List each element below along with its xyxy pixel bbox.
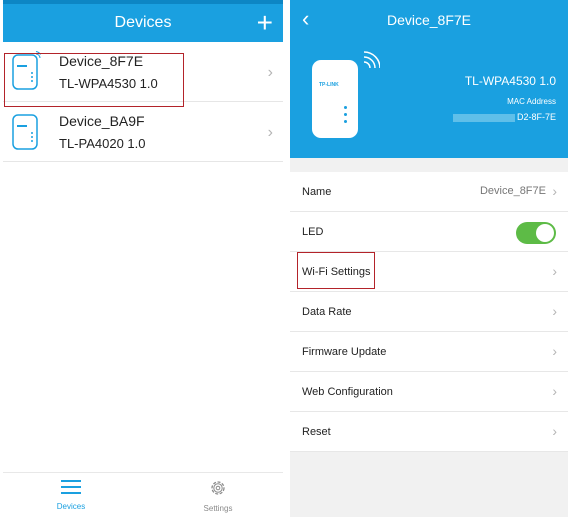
panel-divider bbox=[284, 0, 289, 517]
setting-label: LED bbox=[302, 225, 324, 238]
setting-label: Web Configuration bbox=[302, 385, 393, 398]
plus-icon[interactable]: + bbox=[257, 9, 273, 37]
setting-firmware-update[interactable]: Firmware Update › bbox=[290, 332, 568, 372]
setting-reset[interactable]: Reset › bbox=[290, 412, 568, 452]
led-toggle[interactable] bbox=[516, 222, 556, 244]
tab-devices[interactable]: Devices bbox=[41, 479, 101, 511]
menu-icon bbox=[61, 480, 81, 494]
chevron-right-icon: › bbox=[552, 263, 557, 279]
chevron-right-icon: › bbox=[552, 183, 557, 199]
setting-label: Reset bbox=[302, 425, 331, 438]
device-model: TL-WPA4530 1.0 bbox=[464, 74, 556, 88]
gear-icon bbox=[211, 481, 225, 495]
setting-web-configuration[interactable]: Web Configuration › bbox=[290, 372, 568, 412]
powerline-device-icon bbox=[3, 46, 49, 98]
powerline-device-image: TP-LINK bbox=[312, 60, 358, 138]
chevron-right-icon: › bbox=[552, 303, 557, 319]
device-name: Device_8F7E bbox=[59, 53, 144, 69]
setting-wifi[interactable]: Wi-Fi Settings › bbox=[290, 252, 568, 292]
device-model: TL-PA4020 1.0 bbox=[59, 136, 146, 151]
chevron-right-icon: › bbox=[267, 124, 273, 141]
device-detail-screen: ‹ Device_8F7E TP-LINK TL-WPA4530 1.0 MAC… bbox=[290, 0, 568, 517]
devices-header: Devices + bbox=[3, 4, 283, 42]
bottom-tab-bar: Devices Settings bbox=[3, 472, 283, 517]
setting-value: Device_8F7E bbox=[479, 185, 546, 197]
mac-address-value: D2-8F-7E bbox=[452, 112, 556, 122]
chevron-right-icon: › bbox=[552, 383, 557, 399]
tab-settings[interactable]: Settings bbox=[188, 479, 248, 513]
setting-data-rate[interactable]: Data Rate › bbox=[290, 292, 568, 332]
chevron-right-icon: › bbox=[552, 423, 557, 439]
device-list-item[interactable]: Device_8F7E TL-WPA4530 1.0 › bbox=[3, 42, 283, 102]
powerline-device-icon bbox=[3, 106, 49, 158]
page-title: Device_8F7E bbox=[386, 12, 472, 28]
devices-screen: Devices + Device_8F7E TL-WPA4530 1.0 › D… bbox=[3, 0, 283, 517]
page-title: Devices bbox=[114, 14, 172, 31]
device-hero: ‹ Device_8F7E TP-LINK TL-WPA4530 1.0 MAC… bbox=[290, 0, 568, 158]
setting-label: Data Rate bbox=[302, 305, 352, 318]
device-model: TL-WPA4530 1.0 bbox=[59, 76, 158, 91]
setting-label: Name bbox=[302, 185, 332, 198]
setting-label: Wi-Fi Settings bbox=[302, 265, 371, 278]
tab-label: Devices bbox=[56, 502, 86, 511]
wifi-icon bbox=[363, 51, 380, 68]
mac-address-label: MAC Address bbox=[507, 97, 556, 106]
setting-led: LED bbox=[290, 212, 568, 252]
setting-label: Firmware Update bbox=[302, 345, 387, 358]
brand-logo: TP-LINK bbox=[319, 82, 339, 88]
setting-name[interactable]: Name Device_8F7E › bbox=[290, 172, 568, 212]
chevron-right-icon: › bbox=[552, 343, 557, 359]
chevron-right-icon: › bbox=[267, 64, 273, 81]
settings-list: Name Device_8F7E › LED Wi-Fi Settings › … bbox=[290, 172, 568, 452]
device-list-item[interactable]: Device_BA9F TL-PA4020 1.0 › bbox=[3, 102, 283, 162]
tab-label: Settings bbox=[203, 504, 233, 513]
device-name: Device_BA9F bbox=[59, 113, 145, 129]
redaction-mask bbox=[452, 113, 515, 122]
